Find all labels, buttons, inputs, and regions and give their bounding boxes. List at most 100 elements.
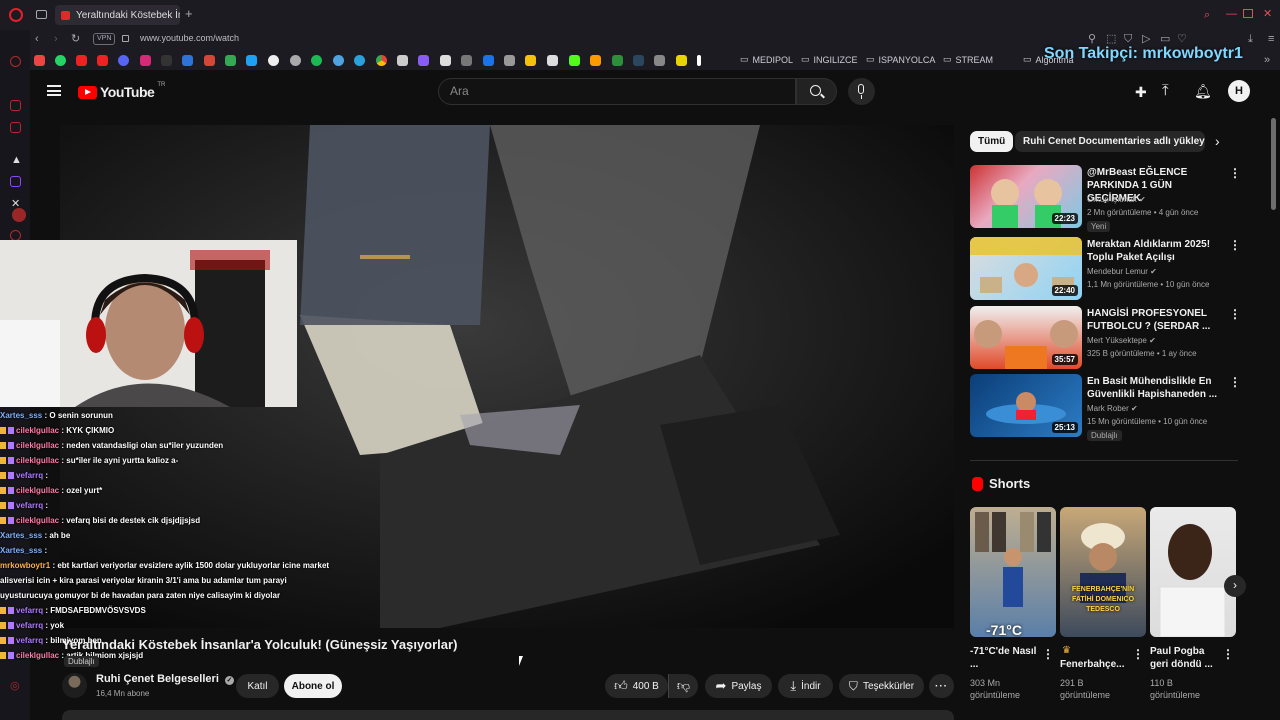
sidebar-app-icon[interactable] [10,100,21,111]
create-icon[interactable]: ✚ [1135,84,1147,101]
bookmark-folder-algoritma[interactable]: ▭ Algoritma [1023,54,1074,65]
thanks-button[interactable]: ⛉ Teşekkürler [839,674,924,698]
short-title[interactable]: Fenerbahçe... [1060,658,1130,671]
url-field[interactable]: www.youtube.com/watch [140,33,239,43]
video-channel[interactable]: Mendebur Lemur ✔ [1087,267,1157,276]
short-title[interactable]: Paul Pogba geri döndü ... [1150,645,1220,671]
short-thumbnail[interactable]: FENERBAHÇE'NİN FATİHİ DOMENICO TEDESCO [1060,507,1146,637]
short-thumbnail[interactable]: -71°C [970,507,1056,637]
snapshot-icon[interactable]: ⬚ [1106,33,1116,45]
drive-icon[interactable] [225,55,236,66]
video-thumbnail[interactable]: 22:23 [970,165,1082,228]
bookmark-icon[interactable] [461,55,472,66]
spotify-icon[interactable] [311,55,322,66]
bookmark-icon[interactable] [268,55,279,66]
download-button[interactable]: ⤓ İndir [778,674,833,698]
account-avatar[interactable]: H [1228,80,1250,102]
bookmark-icon[interactable] [418,55,429,66]
forward-icon[interactable]: › [54,33,58,45]
sidebar-app-icon[interactable]: ▲ [11,154,22,166]
hamburger-menu-icon[interactable] [47,85,61,96]
dislike-button[interactable]: 👎︎ [668,674,698,698]
instagram-icon[interactable] [140,55,151,66]
heart-icon[interactable]: ♡ [1177,33,1187,45]
chips-next-icon[interactable]: › [1215,133,1220,149]
voice-search-button[interactable] [848,78,875,105]
pin-icon[interactable]: ⚲ [1088,33,1096,45]
more-vert-icon[interactable]: ⋮ [1222,647,1234,661]
more-actions-button[interactable]: ··· [929,674,954,698]
tabs-menu-icon[interactable] [36,10,47,19]
tab-active[interactable]: Yeraltındaki Köstebek İnsanlar'a Yolculu… [55,5,180,25]
more-vert-icon[interactable]: ⋮ [1229,375,1241,389]
short-thumbnail[interactable] [1150,507,1236,637]
shield-icon[interactable]: ⛉ [1124,33,1132,45]
bookmark-icon[interactable] [590,55,601,66]
youtube-icon[interactable] [76,55,87,66]
search-button[interactable] [796,78,837,105]
join-button[interactable]: Katıl [236,674,279,698]
new-tab-icon[interactable]: + [185,7,193,20]
telegram-icon[interactable] [354,55,365,66]
bookmark-icon[interactable] [504,55,515,66]
bookmark-icon[interactable] [118,55,129,66]
x-icon[interactable] [161,55,172,66]
video-thumbnail[interactable]: 25:13 [970,374,1082,437]
bookmark-icon[interactable] [34,55,45,66]
video-channel[interactable]: Mark Rober ✔ [1087,404,1138,413]
like-button[interactable]: 👍︎ 400 B [605,674,668,698]
menu-icon[interactable]: ≡ [1268,33,1274,45]
reload-icon[interactable]: ↻ [71,33,80,45]
gmail-icon[interactable] [204,55,215,66]
bookmark-icon[interactable] [397,55,408,66]
description-box[interactable] [62,710,954,720]
bookmark-icon[interactable] [612,55,623,66]
maximize-icon[interactable] [1243,9,1253,18]
bookmark-icon[interactable] [290,55,301,66]
steam-icon[interactable] [633,55,644,66]
bookmark-icon[interactable] [440,55,451,66]
bookmark-icon[interactable] [525,55,536,66]
notifications-bell-icon[interactable]: 🔔︎ [1194,83,1212,100]
channel-avatar[interactable] [62,673,87,698]
bookmark-icon[interactable] [547,55,558,66]
channel-name[interactable]: Ruhi Çenet Belgeselleri ✓ [96,673,234,685]
chrome-icon[interactable] [376,55,387,66]
chip-uploader[interactable]: Ruhi Cenet Documentaries adlı yükleyicid… [1015,131,1205,152]
bookmark-icon[interactable] [676,55,687,66]
video-title-link[interactable]: Meraktan Aldıklarım 2025! Toplu Paket Aç… [1087,238,1222,264]
bookmark-folder-medipol[interactable]: ▭ MEDIPOL [740,54,793,65]
bookmark-folder-ingilizce[interactable]: ▭ INGILIZCE [801,54,858,65]
bookmark-icon[interactable] [654,55,665,66]
bookmark-icon[interactable] [333,55,344,66]
short-title[interactable]: -71°C'de Nasıl ... [970,645,1040,671]
kick-icon[interactable] [569,55,580,66]
back-icon[interactable]: ‹ [35,33,39,45]
bookmark-icon[interactable] [697,55,701,66]
vpn-badge[interactable]: VPN [93,33,116,45]
more-vert-icon[interactable]: ⋮ [1229,166,1241,180]
youtube-icon[interactable] [97,55,108,66]
video-title-link[interactable]: En Basit Mühendislikle En Güvenlikli Hap… [1087,375,1222,401]
minimize-icon[interactable]: — [1226,8,1237,20]
bookmark-folder-stream[interactable]: ▭ STREAM [943,54,993,65]
page-scrollbar[interactable] [1271,118,1276,210]
share-button[interactable]: ➦ Paylaş [705,674,772,698]
video-thumbnail[interactable]: 22:40 [970,237,1082,300]
twitch-icon[interactable] [10,176,21,187]
bookmark-folder-ispanyolca[interactable]: ▭ ISPANYOLCA [866,54,935,65]
shorts-next-button[interactable]: › [1224,575,1246,597]
video-channel[interactable]: Mert Yüksektepe ✔ [1087,336,1156,345]
wallet-icon[interactable]: ▭ [1160,33,1170,45]
youtube-logo[interactable]: YouTube TR [78,82,165,100]
play-icon[interactable]: ▷ [1142,33,1150,45]
more-vert-icon[interactable]: ⋮ [1229,238,1241,252]
close-window-icon[interactable]: ✕ [1263,8,1272,20]
bookmark-icon[interactable] [246,55,257,66]
video-channel[interactable]: Orkun Işıtmak ✔ [1087,195,1146,204]
more-vert-icon[interactable]: ⋮ [1042,647,1054,661]
search-tabs-icon[interactable]: ⌕ [1204,9,1210,21]
bookmark-icon[interactable] [182,55,193,66]
bookmarks-more-icon[interactable]: » [1264,54,1270,66]
chip-all[interactable]: Tümü [970,131,1014,152]
